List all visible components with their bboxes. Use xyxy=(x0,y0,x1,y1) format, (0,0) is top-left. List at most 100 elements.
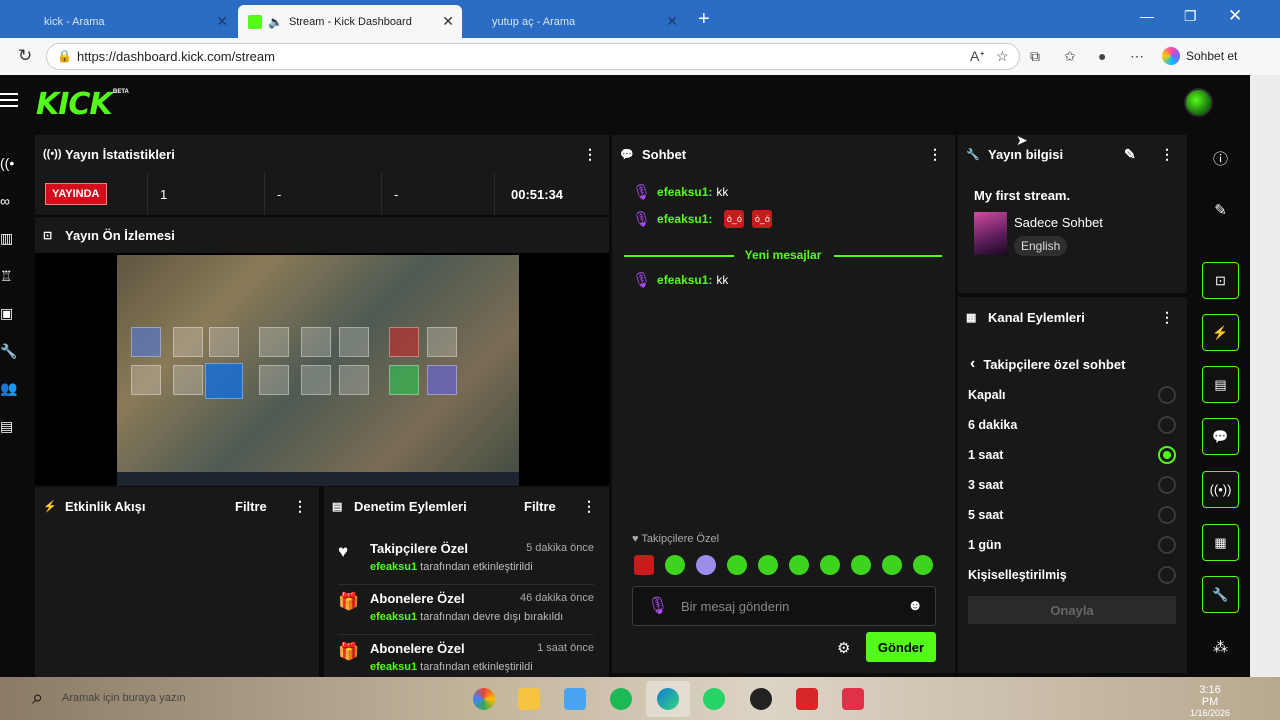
emote-icon[interactable] xyxy=(820,555,840,575)
maximize-icon[interactable]: ❐ xyxy=(1184,8,1197,25)
store-icon[interactable] xyxy=(564,688,586,710)
chat-username[interactable]: efeaksu1: xyxy=(657,212,712,226)
close-icon[interactable]: ✕ xyxy=(666,13,678,30)
chat-username[interactable]: efeaksu1: xyxy=(657,273,712,287)
radio-button[interactable] xyxy=(1158,386,1176,404)
taskbar-clock[interactable]: 3:16 PM 1/16/2026 xyxy=(1190,684,1230,718)
spotify-icon[interactable] xyxy=(610,688,632,710)
radio-button[interactable] xyxy=(1158,536,1176,554)
broadcast-icon[interactable]: ((•)) xyxy=(1202,471,1239,508)
emote-icon[interactable] xyxy=(634,555,654,575)
radio-button-selected[interactable] xyxy=(1158,446,1176,464)
close-window-icon[interactable]: ✕ xyxy=(1228,6,1242,26)
filter-button[interactable]: Filtre xyxy=(235,499,267,514)
document-icon[interactable]: ▤ xyxy=(1202,366,1239,403)
bolt-icon[interactable]: ⚡ xyxy=(1202,314,1239,351)
url-field[interactable]: 🔒 https://dashboard.kick.com/stream xyxy=(46,43,1020,70)
edit-pencil-icon[interactable]: ✎ xyxy=(1124,146,1136,163)
app-icon[interactable] xyxy=(796,688,818,710)
option-1-hour[interactable]: 1 saat xyxy=(968,440,1176,470)
radio-button[interactable] xyxy=(1158,506,1176,524)
kebab-menu-icon[interactable]: ⋮ xyxy=(928,146,942,163)
emote-icon[interactable] xyxy=(696,555,716,575)
close-icon[interactable]: ✕ xyxy=(216,13,228,30)
search-icon[interactable]: ⌕ xyxy=(32,687,43,710)
radio-button[interactable] xyxy=(1158,566,1176,584)
emote-icon[interactable] xyxy=(913,555,933,575)
emote-icon[interactable] xyxy=(851,555,871,575)
chat-icon[interactable]: 💬 xyxy=(1202,418,1239,455)
favorites-icon[interactable]: ✩ xyxy=(1064,48,1076,65)
radio-button[interactable] xyxy=(1158,416,1176,434)
emoji-icon[interactable]: ☻ xyxy=(907,597,923,614)
kebab-menu-icon[interactable]: ⋮ xyxy=(293,498,307,515)
browser-tab-search[interactable]: kick - Arama ✕ xyxy=(8,5,236,38)
option-custom[interactable]: Kişiselleştirilmiş xyxy=(968,560,1176,590)
menu-icon[interactable] xyxy=(0,93,18,111)
copilot-button[interactable]: Sohbet et xyxy=(1162,47,1237,65)
info-icon[interactable]: ⓘ xyxy=(1202,142,1239,179)
edge-icon[interactable] xyxy=(657,688,679,710)
read-aloud-icon[interactable]: Aᐩ xyxy=(970,48,985,65)
pocket-icon[interactable] xyxy=(842,688,864,710)
chat-username[interactable]: efeaksu1: xyxy=(657,185,712,199)
lock-icon[interactable]: 🔒 xyxy=(57,44,72,69)
option-1-day[interactable]: 1 gün xyxy=(968,530,1176,560)
browser-tab-youtube-search[interactable]: yutup aç - Arama ✕ xyxy=(464,5,686,38)
radio-button[interactable] xyxy=(1158,476,1176,494)
speaker-icon[interactable]: 🔈 xyxy=(268,15,283,29)
kick-logo[interactable]: KICK xyxy=(36,87,113,122)
reload-icon[interactable]: ↻ xyxy=(18,46,32,66)
angry-emote-icon[interactable]: ò_ó xyxy=(752,210,773,228)
edit-pencil-icon[interactable]: ✎ xyxy=(1202,193,1239,230)
option-5-hours[interactable]: 5 saat xyxy=(968,500,1176,530)
emote-icon[interactable] xyxy=(727,555,747,575)
wrench-icon[interactable]: 🔧 xyxy=(1202,576,1239,613)
close-icon[interactable]: ✕ xyxy=(442,13,454,30)
angry-emote-icon[interactable]: ò_ó xyxy=(724,210,745,228)
new-tab-button[interactable]: + xyxy=(698,8,710,31)
kebab-menu-icon[interactable]: ⋮ xyxy=(1160,146,1174,163)
send-button[interactable]: Gönder xyxy=(866,632,936,662)
option-off[interactable]: Kapalı xyxy=(968,380,1176,410)
link-icon[interactable]: ∞ xyxy=(0,183,22,221)
stream-icon[interactable]: ((• xyxy=(0,145,22,183)
profile-icon[interactable]: ● xyxy=(1098,48,1106,64)
taskbar-search-text[interactable]: Aramak için buraya yazın xyxy=(62,692,186,704)
gear-icon[interactable]: ⚙ xyxy=(837,639,850,657)
wrench-icon[interactable]: 🔧 xyxy=(0,333,22,371)
minimize-icon[interactable]: — xyxy=(1140,8,1154,24)
file-explorer-icon[interactable] xyxy=(518,688,540,710)
emote-icon[interactable] xyxy=(789,555,809,575)
more-icon[interactable]: ⋯ xyxy=(1130,48,1144,65)
analytics-icon[interactable]: ▥ xyxy=(0,220,22,258)
option-6-minutes[interactable]: 6 dakika xyxy=(968,410,1176,440)
whatsapp-icon[interactable] xyxy=(703,688,725,710)
mod-action-user[interactable]: efeaksu1 xyxy=(370,661,417,673)
kebab-menu-icon[interactable]: ⋮ xyxy=(1160,309,1174,326)
chat-input[interactable]: 🎙 Bir mesaj gönderin ☻ xyxy=(632,586,936,626)
video-icon[interactable]: ▣ xyxy=(0,295,22,333)
emote-icon[interactable] xyxy=(882,555,902,575)
users-icon[interactable]: 👥 xyxy=(0,370,22,408)
apps-icon[interactable]: ⁂ xyxy=(1202,630,1239,667)
trophy-icon[interactable]: ♖ xyxy=(0,258,22,296)
kebab-menu-icon[interactable]: ⋮ xyxy=(583,146,597,163)
kebab-menu-icon[interactable]: ⋮ xyxy=(582,498,596,515)
mod-action-user[interactable]: efeaksu1 xyxy=(370,611,417,623)
channel-actions-icon[interactable]: ▦ xyxy=(1202,524,1239,561)
back-button[interactable]: ‹ Takipçilere özel sohbet xyxy=(970,355,1125,373)
category-name[interactable]: Sadece Sohbet xyxy=(1014,215,1103,230)
chrome-icon[interactable] xyxy=(473,688,495,710)
extensions-icon[interactable]: ⧉ xyxy=(1030,48,1040,65)
obs-icon[interactable] xyxy=(750,688,772,710)
filter-button[interactable]: Filtre xyxy=(524,499,556,514)
emote-icon[interactable] xyxy=(665,555,685,575)
calendar-icon[interactable]: ▤ xyxy=(0,408,22,446)
avatar[interactable] xyxy=(1184,88,1213,117)
stream-preview-video[interactable] xyxy=(117,255,519,486)
favorite-star-icon[interactable]: ☆ xyxy=(996,48,1009,65)
emote-icon[interactable] xyxy=(758,555,778,575)
browser-tab-dashboard[interactable]: 🔈 Stream - Kick Dashboard ✕ xyxy=(238,5,462,38)
approve-button[interactable]: Onayla xyxy=(968,596,1176,624)
